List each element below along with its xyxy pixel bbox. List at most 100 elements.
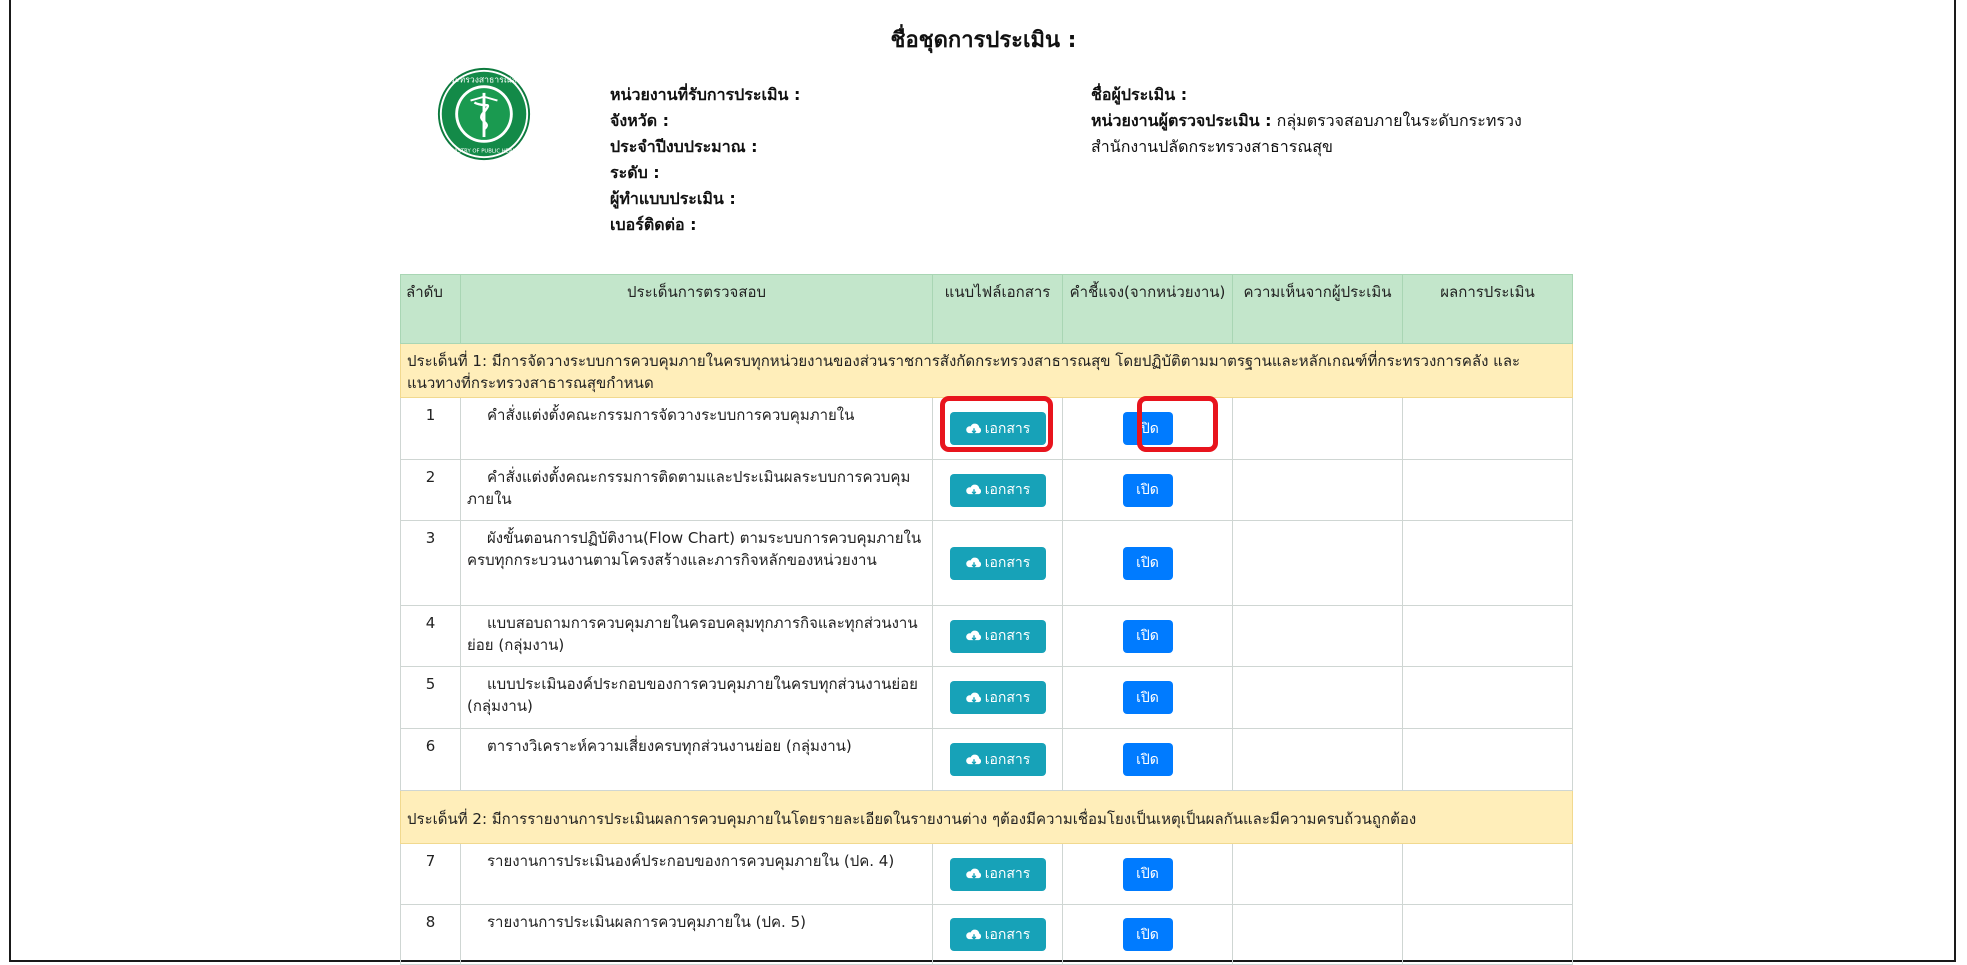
cloud-download-icon xyxy=(965,484,981,495)
col-header-topic: ประเด็นการตรวจสอบ xyxy=(460,274,933,344)
open-button-label: เปิด xyxy=(1136,866,1159,882)
document-button[interactable]: เอกสาร xyxy=(949,857,1046,891)
row-topic: แบบประเมินองค์ประกอบของการควบคุมภายในครบ… xyxy=(460,666,933,729)
explanation-cell: เปิด xyxy=(1062,605,1233,667)
document-button[interactable]: เอกสาร xyxy=(949,619,1046,653)
cloud-download-icon xyxy=(965,423,981,434)
result-cell xyxy=(1402,605,1573,667)
table-row: 1 คำสั่งแต่งตั้งคณะกรรมการจัดวางระบบการคว… xyxy=(400,397,1573,460)
attachment-cell: เอกสาร xyxy=(932,843,1063,905)
open-button[interactable]: เปิด xyxy=(1122,619,1173,653)
assessor-name-label: ชื่อผู้ประเมิน : xyxy=(1091,85,1188,104)
assessor-comment-cell xyxy=(1232,520,1403,606)
row-number: 2 xyxy=(400,459,461,521)
open-button[interactable]: เปิด xyxy=(1122,918,1173,951)
document-button-label: เอกสาร xyxy=(984,751,1031,768)
document-button[interactable]: เอกสาร xyxy=(949,473,1046,507)
col-header-result: ผลการประเมิน xyxy=(1402,274,1573,344)
row-topic: รายงานการประเมินองค์ประกอบของการควบคุมภา… xyxy=(460,843,933,905)
open-button[interactable]: เปิด xyxy=(1122,412,1173,445)
open-button-label: เปิด xyxy=(1136,689,1159,706)
open-button-label: เปิด xyxy=(1136,420,1159,437)
document-button[interactable]: เอกสาร xyxy=(949,412,1046,445)
explanation-cell: เปิด xyxy=(1062,666,1233,729)
assessor-comment-cell xyxy=(1232,904,1403,965)
result-cell xyxy=(1402,397,1573,460)
document-button[interactable]: เอกสาร xyxy=(949,918,1046,951)
assessor-unit: หน่วยงานผู้ตรวจประเมิน : กลุ่มตรวจสอบภาย… xyxy=(1091,108,1561,160)
form-filler-label: ผู้ทำแบบประเมิน : xyxy=(610,189,736,208)
document-button-label: เอกสาร xyxy=(984,628,1031,644)
col-header-attachment: แนบไฟล์เอกสาร xyxy=(932,274,1063,344)
assessment-info-right: ชื่อผู้ประเมิน : หน่วยงานผู้ตรวจประเมิน … xyxy=(1091,82,1561,160)
open-button[interactable]: เปิด xyxy=(1122,546,1173,580)
section-row: ประเด็นที่ 1: มีการจัดวางระบบการควบคุมภา… xyxy=(400,343,1573,398)
document-button-label: เอกสาร xyxy=(984,555,1031,571)
row-number: 1 xyxy=(400,397,461,460)
attachment-cell: เอกสาร xyxy=(932,904,1063,965)
open-button[interactable]: เปิด xyxy=(1122,473,1173,507)
row-number: 3 xyxy=(400,520,461,606)
level-label: ระดับ : xyxy=(610,163,660,182)
explanation-cell: เปิด xyxy=(1062,459,1233,521)
col-header-explanation: คำชี้แจง(จากหน่วยงาน) xyxy=(1062,274,1233,344)
result-cell xyxy=(1402,728,1573,791)
explanation-cell: เปิด xyxy=(1062,520,1233,606)
row-topic: รายงานการประเมินผลการควบคุมภายใน (ปค. 5) xyxy=(460,904,933,965)
document-button[interactable]: เอกสาร xyxy=(949,743,1046,776)
table-row: 8 รายงานการประเมินผลการควบคุมภายใน (ปค. 5… xyxy=(400,904,1573,965)
logo-bottom-text: MINISTRY OF PUBLIC HEALTH xyxy=(446,148,522,154)
logo-top-text: กระทรวงสาธารณสุข xyxy=(445,75,523,85)
document-button[interactable]: เอกสาร xyxy=(949,546,1046,580)
open-button-label: เปิด xyxy=(1136,482,1159,498)
attachment-cell: เอกสาร xyxy=(932,728,1063,791)
open-button[interactable]: เปิด xyxy=(1122,681,1173,714)
row-number: 4 xyxy=(400,605,461,667)
open-button-label: เปิด xyxy=(1136,628,1159,644)
document-button-label: เอกสาร xyxy=(984,926,1031,943)
explanation-cell: เปิด xyxy=(1062,843,1233,905)
assessor-unit-label: หน่วยงานผู้ตรวจประเมิน : xyxy=(1091,111,1272,130)
cloud-download-icon xyxy=(965,692,981,703)
attachment-cell: เอกสาร xyxy=(932,605,1063,667)
row-topic: ตารางวิเคราะห์ความเสี่ยงครบทุกส่วนงานย่อ… xyxy=(460,728,933,791)
ministry-logo: กระทรวงสาธารณสุข MINISTRY OF PUBLIC HEAL… xyxy=(437,67,531,161)
row-number: 7 xyxy=(400,843,461,905)
cloud-download-icon xyxy=(965,754,981,765)
open-button-label: เปิด xyxy=(1136,751,1159,768)
document-button-label: เอกสาร xyxy=(984,420,1031,437)
open-button-label: เปิด xyxy=(1136,555,1159,571)
assessor-comment-cell xyxy=(1232,843,1403,905)
cloud-download-icon xyxy=(965,868,981,879)
col-header-assessor-comment: ความเห็นจากผู้ประเมิน xyxy=(1232,274,1403,344)
open-button[interactable]: เปิด xyxy=(1122,857,1173,891)
col-header-order: ลำดับ xyxy=(400,274,461,344)
open-button[interactable]: เปิด xyxy=(1122,743,1173,776)
table-row: 3 ผังขั้นตอนการปฏิบัติงาน(Flow Chart) ตาม… xyxy=(400,520,1573,606)
table-row: 2 คำสั่งแต่งตั้งคณะกรรมการติดตามและประเมิ… xyxy=(400,459,1573,521)
assessor-comment-cell xyxy=(1232,728,1403,791)
result-cell xyxy=(1402,904,1573,965)
row-number: 5 xyxy=(400,666,461,729)
assessment-info-left: หน่วยงานที่รับการประเมิน : จังหวัด : ประ… xyxy=(610,82,800,238)
document-button[interactable]: เอกสาร xyxy=(949,681,1046,714)
row-topic: ผังขั้นตอนการปฏิบัติงาน(Flow Chart) ตามร… xyxy=(460,520,933,606)
result-cell xyxy=(1402,666,1573,729)
fiscal-year-label: ประจำปีงบประมาณ : xyxy=(610,137,758,156)
assessor-comment-cell xyxy=(1232,666,1403,729)
row-topic: คำสั่งแต่งตั้งคณะกรรมการจัดวางระบบการควบ… xyxy=(460,397,933,460)
row-topic: แบบสอบถามการควบคุมภายในครอบคลุมทุกภารกิจ… xyxy=(460,605,933,667)
cloud-download-icon xyxy=(965,630,981,641)
attachment-cell: เอกสาร xyxy=(932,397,1063,460)
cloud-download-icon xyxy=(965,929,981,940)
assessor-comment-cell xyxy=(1232,459,1403,521)
explanation-cell: เปิด xyxy=(1062,904,1233,965)
audit-table: ลำดับ ประเด็นการตรวจสอบ แนบไฟล์เอกสาร คำ… xyxy=(400,274,1573,965)
document-button-label: เอกสาร xyxy=(984,866,1031,882)
audit-table-body: ประเด็นที่ 1: มีการจัดวางระบบการควบคุมภา… xyxy=(400,343,1573,965)
result-cell xyxy=(1402,520,1573,606)
attachment-cell: เอกสาร xyxy=(932,459,1063,521)
document-button-label: เอกสาร xyxy=(984,689,1031,706)
table-row: 7 รายงานการประเมินองค์ประกอบของการควบคุมภ… xyxy=(400,843,1573,905)
result-cell xyxy=(1402,459,1573,521)
